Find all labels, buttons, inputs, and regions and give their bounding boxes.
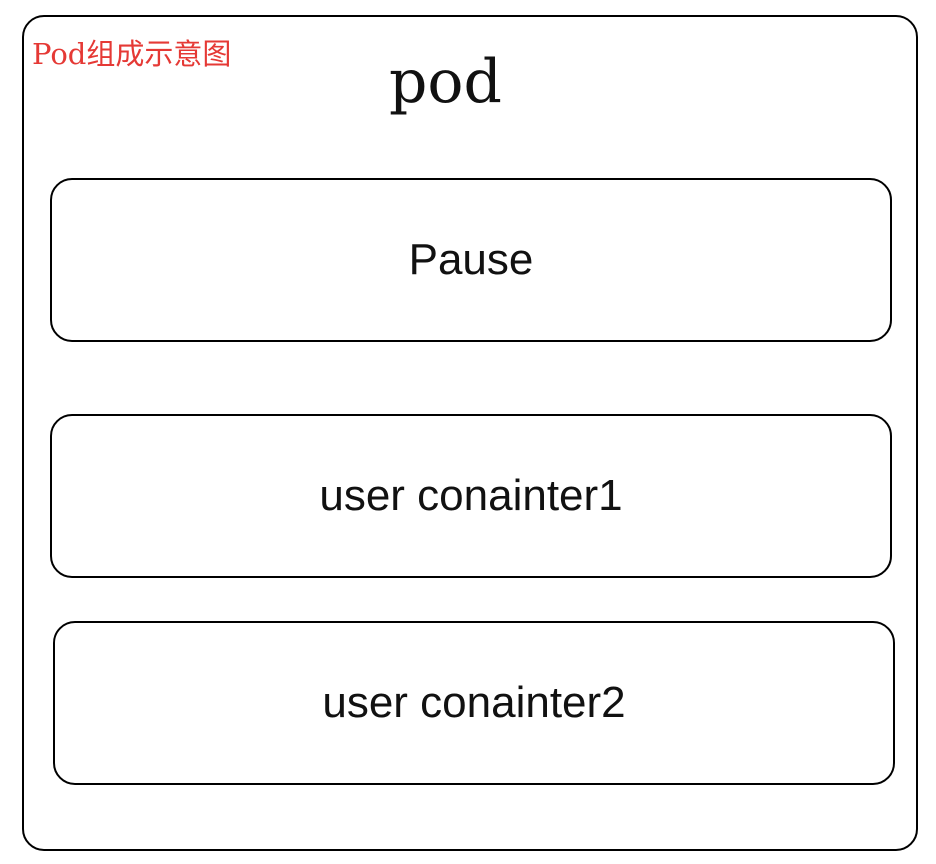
pause-container-label: Pause	[408, 235, 534, 284]
pod-title: pod	[389, 47, 502, 117]
user-container-1-box: user conainter1	[50, 414, 892, 578]
user-container-1-label: user conainter1	[319, 471, 623, 520]
diagram-caption: Pod组成示意图	[32, 37, 232, 71]
pause-container-box: Pause	[50, 178, 892, 342]
user-container-2-box: user conainter2	[53, 621, 895, 785]
user-container-2-label: user conainter2	[322, 678, 626, 727]
pod-diagram: Pod组成示意图 pod Pause user conainter1 user …	[0, 0, 936, 864]
